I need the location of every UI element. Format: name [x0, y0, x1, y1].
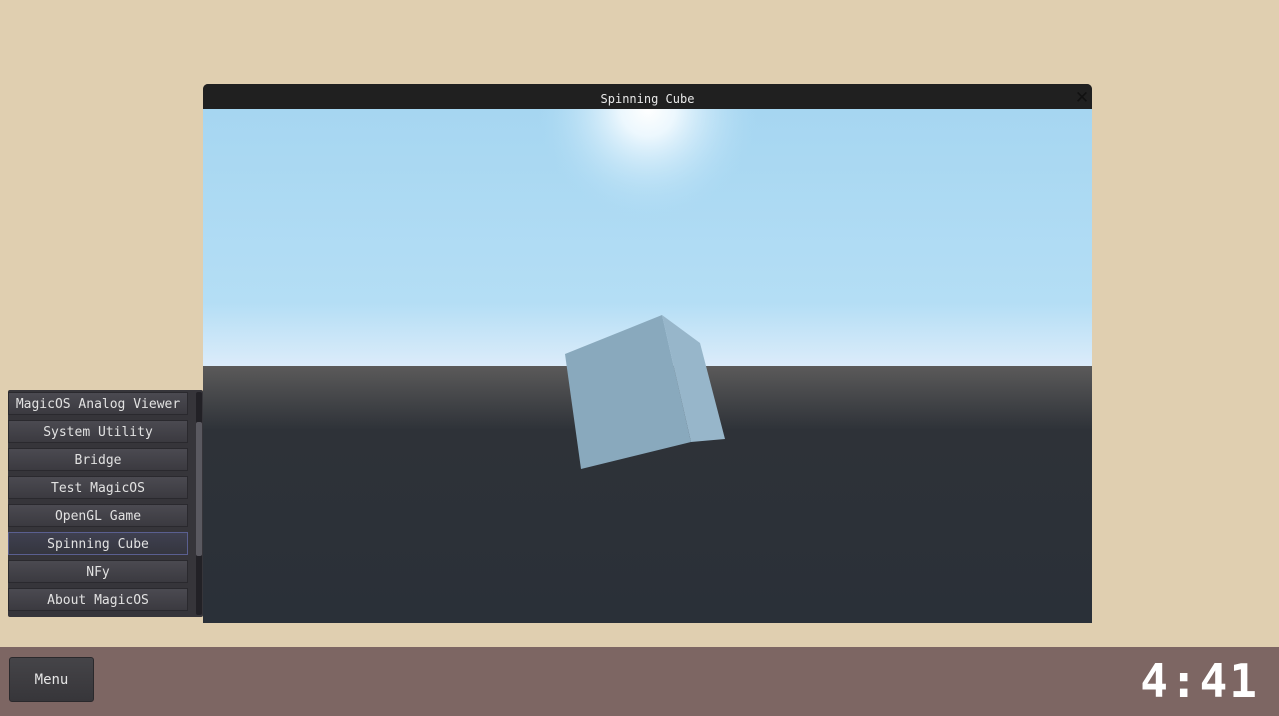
menu-scrollbar[interactable]: [196, 392, 202, 615]
scene-canvas: [203, 109, 1092, 623]
app-item-system-utility[interactable]: System Utility: [8, 420, 188, 443]
close-icon[interactable]: ✕: [1074, 90, 1090, 107]
app-item-magicos-analog-viewer[interactable]: MagicOS Analog Viewer: [8, 392, 188, 415]
menu-button[interactable]: Menu: [9, 657, 94, 702]
window-title: Spinning Cube: [600, 92, 695, 106]
app-launcher-menu: MagicOS Analog Viewer System Utility Bri…: [8, 390, 203, 617]
spinning-cube-window: Spinning Cube ✕: [203, 84, 1092, 623]
window-titlebar[interactable]: Spinning Cube ✕: [203, 84, 1092, 109]
app-item-nfy[interactable]: NFy: [8, 560, 188, 583]
app-item-bridge[interactable]: Bridge: [8, 448, 188, 471]
clock: 4:41: [1140, 654, 1259, 708]
3d-viewport[interactable]: [203, 109, 1092, 623]
menu-scrollbar-thumb[interactable]: [196, 422, 202, 556]
taskbar: Menu 4:41: [0, 647, 1279, 716]
app-item-test-magicos[interactable]: Test MagicOS: [8, 476, 188, 499]
sun: [503, 109, 793, 239]
app-item-spinning-cube[interactable]: Spinning Cube: [8, 532, 188, 555]
app-item-about-magicos[interactable]: About MagicOS: [8, 588, 188, 611]
app-item-opengl-game[interactable]: OpenGL Game: [8, 504, 188, 527]
